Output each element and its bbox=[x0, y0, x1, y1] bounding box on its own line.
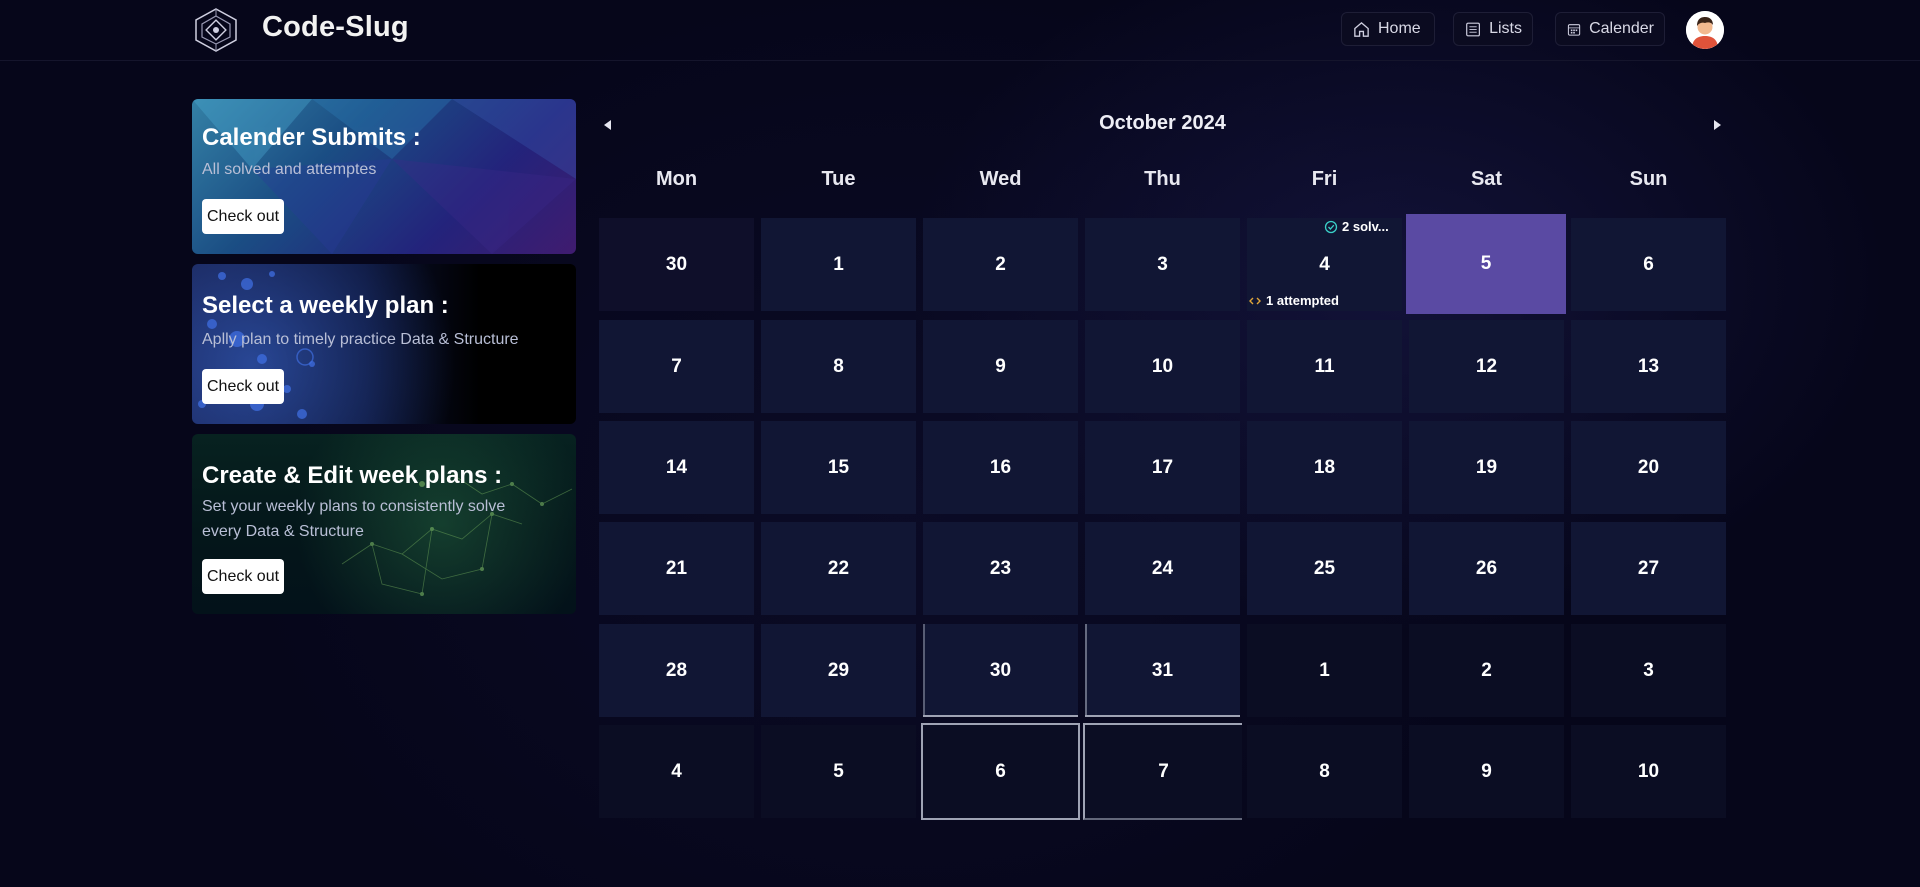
weekly-plan-checkout-button[interactable]: Check out bbox=[202, 369, 285, 404]
card-title: Create & Edit week plans : bbox=[202, 462, 503, 489]
nav-calendar-button[interactable]: Calender bbox=[1555, 12, 1665, 46]
code-icon bbox=[1249, 297, 1261, 304]
day-cell[interactable]: 11 bbox=[1247, 320, 1402, 413]
day-cell-next-month[interactable]: 4 bbox=[599, 725, 754, 818]
weekday-sat: Sat bbox=[1470, 168, 1503, 190]
check-circle-icon bbox=[1324, 220, 1338, 233]
top-navbar: Code-Slug Home Lists Calender bbox=[0, 0, 1920, 61]
day-cell[interactable]: 12 bbox=[1409, 320, 1564, 413]
day-cell[interactable]: 3 bbox=[1085, 218, 1240, 311]
weekday-sun: Sun bbox=[1629, 168, 1668, 190]
day-cell[interactable]: 25 bbox=[1247, 522, 1402, 615]
day-cell[interactable]: 16 bbox=[923, 421, 1078, 514]
day-cell-next-month[interactable]: 1 bbox=[1247, 624, 1402, 717]
day-cell[interactable]: 30 bbox=[923, 624, 1078, 717]
weekday-fri: Fri bbox=[1311, 168, 1338, 190]
day-cell[interactable]: 8 bbox=[761, 320, 916, 413]
day-cell[interactable]: 9 bbox=[923, 320, 1078, 413]
nav-home-label: Home bbox=[1378, 20, 1421, 37]
create-edit-plans-card: Create & Edit week plans : Set your week… bbox=[192, 434, 576, 614]
day-cell-next-month[interactable]: 3 bbox=[1571, 624, 1726, 717]
day-cell[interactable]: 23 bbox=[923, 522, 1078, 615]
day-cell[interactable]: 17 bbox=[1085, 421, 1240, 514]
nav-calendar-label: Calender bbox=[1589, 20, 1654, 37]
day-cell[interactable]: 28 bbox=[599, 624, 754, 717]
next-month-button[interactable] bbox=[1706, 115, 1726, 135]
list-icon bbox=[1466, 22, 1480, 36]
brand-name[interactable]: Code-Slug bbox=[262, 11, 409, 44]
day-cell[interactable]: 2 bbox=[923, 218, 1078, 311]
user-avatar-icon bbox=[1686, 11, 1724, 49]
weekday-wed: Wed bbox=[979, 168, 1022, 190]
user-avatar[interactable] bbox=[1686, 11, 1724, 49]
attempted-label: 1 attempted bbox=[1266, 293, 1339, 308]
card-subtitle: All solved and attemptes bbox=[202, 161, 377, 178]
day-cell-next-month[interactable]: 7 bbox=[1083, 723, 1242, 820]
calendar-submits-checkout-button[interactable]: Check out bbox=[202, 199, 285, 234]
card-subtitle-line2: every Data & Structure bbox=[202, 523, 364, 540]
day-cell[interactable]: 18 bbox=[1247, 421, 1402, 514]
card-subtitle-line1: Set your weekly plans to consistently so… bbox=[202, 498, 506, 515]
day-cell-next-month[interactable]: 9 bbox=[1409, 725, 1564, 818]
card-title: Select a weekly plan : bbox=[202, 292, 449, 319]
card-subtitle: Aplly plan to timely practice Data & Str… bbox=[202, 331, 519, 348]
code-slug-logo-icon[interactable] bbox=[192, 7, 240, 53]
calendar-icon bbox=[1567, 23, 1581, 36]
day-cell[interactable]: 26 bbox=[1409, 522, 1564, 615]
day-cell[interactable]: 14 bbox=[599, 421, 754, 514]
day-cell[interactable]: 10 bbox=[1085, 320, 1240, 413]
home-icon bbox=[1354, 21, 1369, 37]
day-cell[interactable]: 13 bbox=[1571, 320, 1726, 413]
weekday-mon: Mon bbox=[655, 168, 698, 190]
day-cell[interactable]: 30 bbox=[599, 218, 754, 311]
prev-month-button[interactable] bbox=[599, 115, 619, 135]
day-cell[interactable]: 22 bbox=[761, 522, 916, 615]
solved-indicator[interactable]: 2 solv... bbox=[1324, 219, 1389, 234]
day-cell-next-month[interactable]: 8 bbox=[1247, 725, 1402, 818]
day-cell[interactable]: 24 bbox=[1085, 522, 1240, 615]
day-cell[interactable]: 6 bbox=[1571, 218, 1726, 311]
day-cell[interactable]: 20 bbox=[1571, 421, 1726, 514]
day-cell-next-month[interactable]: 2 bbox=[1409, 624, 1564, 717]
day-cell-hover-outline[interactable]: 6 bbox=[921, 723, 1080, 820]
nav-lists-button[interactable]: Lists bbox=[1453, 12, 1533, 46]
day-cell-next-month[interactable]: 5 bbox=[761, 725, 916, 818]
day-cell[interactable]: 19 bbox=[1409, 421, 1564, 514]
day-cell[interactable]: 29 bbox=[761, 624, 916, 717]
day-cell[interactable]: 31 bbox=[1085, 624, 1240, 717]
day-cell[interactable]: 15 bbox=[761, 421, 916, 514]
day-cell[interactable]: 21 bbox=[599, 522, 754, 615]
day-cell[interactable]: 1 bbox=[761, 218, 916, 311]
create-edit-checkout-button[interactable]: Check out bbox=[202, 559, 285, 594]
day-cell-today[interactable]: 5 bbox=[1406, 214, 1566, 314]
card-title: Calender Submits : bbox=[202, 124, 421, 151]
weekday-tue: Tue bbox=[821, 168, 856, 190]
day-cell[interactable]: 27 bbox=[1571, 522, 1726, 615]
solved-label: 2 solv... bbox=[1342, 219, 1389, 234]
nav-lists-label: Lists bbox=[1489, 20, 1522, 37]
day-cell[interactable]: 7 bbox=[599, 320, 754, 413]
nav-home-button[interactable]: Home bbox=[1341, 12, 1435, 46]
weekday-thu: Thu bbox=[1144, 168, 1181, 190]
month-title: October 2024 bbox=[1099, 112, 1226, 134]
attempted-indicator[interactable]: 1 attempted bbox=[1248, 293, 1339, 308]
day-cell-next-month[interactable]: 10 bbox=[1571, 725, 1726, 818]
weekly-plan-card: Select a weekly plan : Aplly plan to tim… bbox=[192, 264, 576, 424]
calendar-submits-card: Calender Submits : All solved and attemp… bbox=[192, 99, 576, 254]
